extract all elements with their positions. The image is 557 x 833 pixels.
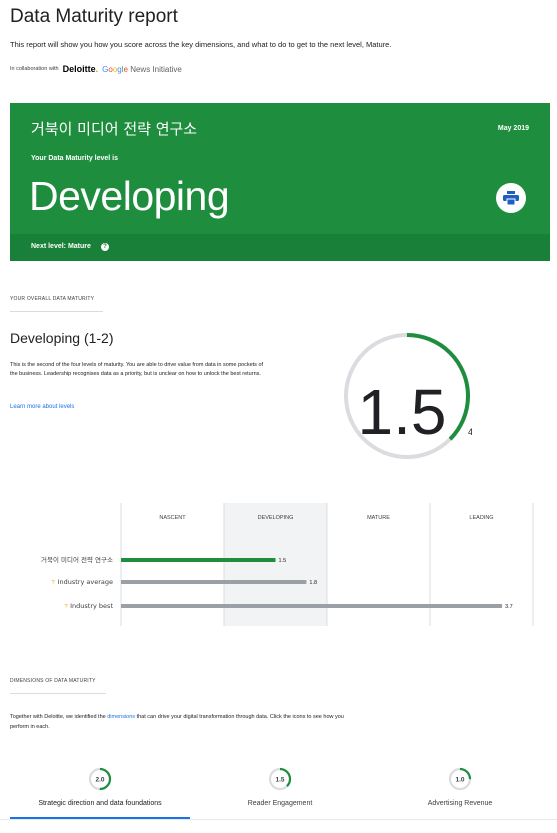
bar-category-label: 거북이 미디어 전략 연구소	[41, 555, 113, 564]
print-button[interactable]	[496, 183, 526, 213]
overall-level-title: Developing (1-2)	[10, 330, 114, 346]
next-level-bar: Next level: Mature ?	[10, 234, 550, 261]
bar	[121, 558, 276, 562]
maturity-comparison-chart: NASCENT DEVELOPING MATURE LEADING 거북이 미디어 전략…	[41, 503, 534, 626]
dimensions-description: Together with Deloitte, we identified th…	[10, 712, 360, 732]
dimension-score-ring: 2.0	[88, 767, 112, 791]
help-icon[interactable]: ?	[64, 604, 67, 610]
score-max: 4	[468, 427, 472, 437]
overall-section-label: YOUR OVERALL DATA MATURITY	[10, 296, 95, 302]
level-header: DEVELOPING	[258, 515, 294, 521]
collab-prefix: In collaboration with	[10, 66, 59, 72]
dimension-label: Strategic direction and data foundations	[38, 800, 162, 807]
dimension-score: 1.5	[275, 777, 284, 784]
report-date: May 2019	[497, 125, 529, 132]
bar-value-label: 1.5	[279, 558, 287, 564]
dimension-tab-advertising-revenue[interactable]: 1.0 Advertising Revenue	[380, 767, 540, 807]
bar-category-label: Industry average	[58, 578, 113, 586]
page-subtitle: This report will show you how you score …	[10, 40, 392, 49]
organisation-name: 거북이 미디어 전략 연구소	[31, 120, 198, 138]
page-title: Data Maturity report	[10, 6, 178, 27]
active-tab-indicator	[10, 817, 190, 819]
help-icon[interactable]: ?	[51, 580, 54, 586]
collaboration-line: In collaboration with Deloitte Google Ne…	[10, 64, 182, 74]
dimension-score-ring: 1.5	[268, 767, 292, 791]
google-news-initiative-logo: Google News Initiative	[102, 64, 182, 74]
desc-text: Together with Deloitte, we identified th…	[10, 714, 108, 720]
dimensions-section-label: DIMENSIONS OF DATA MATURITY	[10, 678, 96, 684]
dimension-tab-strategic[interactable]: 2.0 Strategic direction and data foundat…	[20, 767, 180, 807]
dimensions-link[interactable]: dimensions	[107, 714, 135, 720]
section-divider	[10, 693, 106, 694]
overall-score-gauge: 1.5 4	[344, 333, 472, 459]
bar-value-label: 1.8	[309, 580, 317, 586]
printer-icon	[503, 191, 519, 205]
dimension-score: 1.0	[455, 777, 464, 784]
dimension-score-ring: 1.0	[448, 767, 472, 791]
deloitte-logo: Deloitte	[63, 64, 99, 74]
maturity-level: Developing	[29, 173, 230, 219]
section-divider	[10, 311, 103, 312]
dimension-label: Advertising Revenue	[427, 800, 493, 807]
help-icon[interactable]: ?	[101, 243, 109, 251]
level-label: Your Data Maturity level is	[31, 155, 119, 162]
dimension-label: Reader Engagement	[247, 800, 313, 807]
tabs-divider	[0, 819, 557, 820]
level-header: LEADING	[469, 515, 493, 521]
dimension-score: 2.0	[95, 777, 104, 784]
bar-category-label: Industry best	[70, 602, 113, 610]
next-level-text: Next level: Mature	[31, 243, 91, 250]
overall-description: This is the second of the four levels of…	[10, 362, 264, 377]
maturity-level-card: 거북이 미디어 전략 연구소 May 2019 Your Data Maturi…	[10, 103, 550, 261]
level-header: NASCENT	[159, 515, 186, 521]
bar-value-label: 3.7	[505, 604, 513, 610]
bar	[121, 580, 307, 584]
learn-more-link[interactable]: Learn more about levels	[10, 404, 74, 410]
dimension-tab-reader-engagement[interactable]: 1.5 Reader Engagement	[200, 767, 360, 807]
overall-score: 1.5	[358, 376, 447, 448]
level-header: MATURE	[367, 515, 390, 521]
bar	[121, 604, 503, 608]
